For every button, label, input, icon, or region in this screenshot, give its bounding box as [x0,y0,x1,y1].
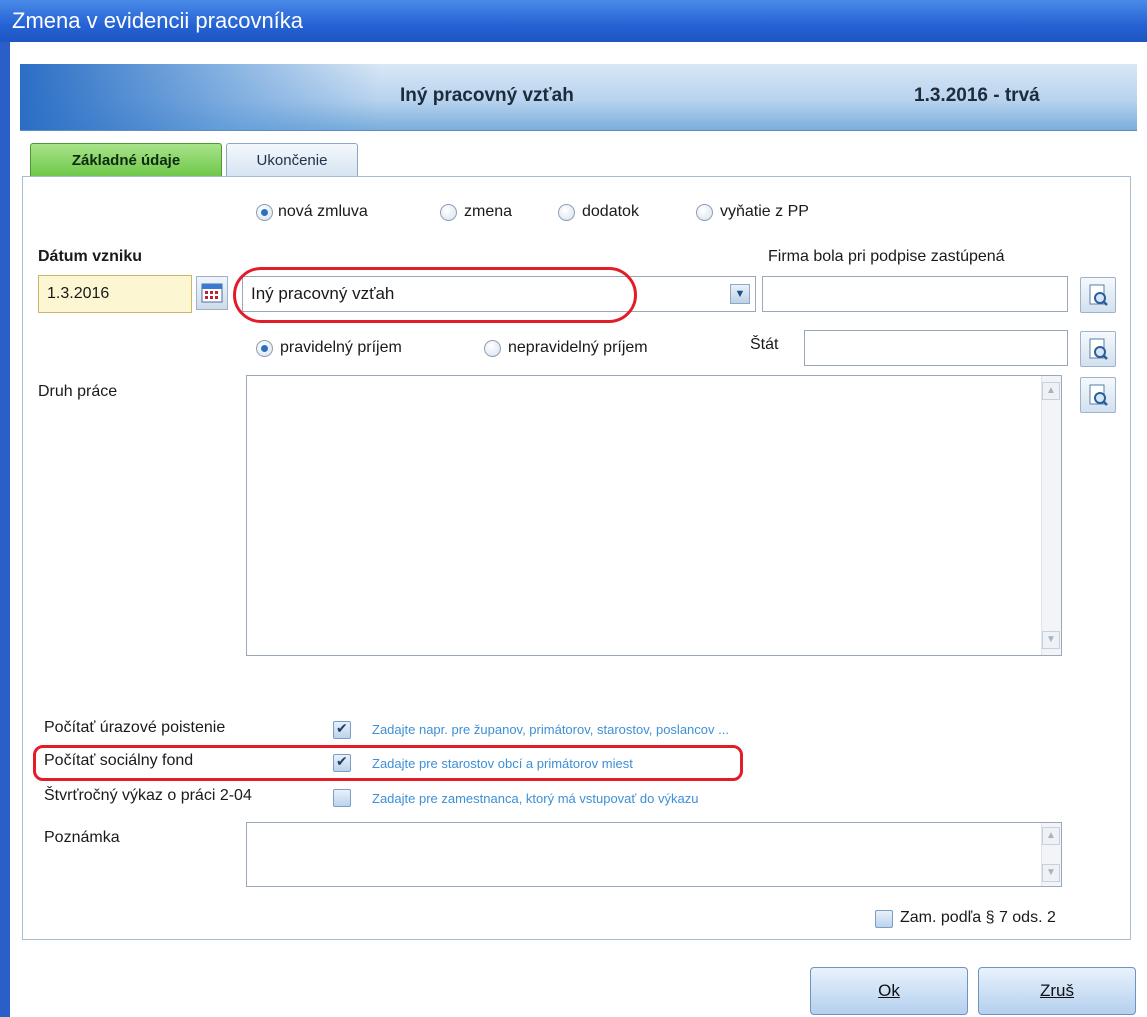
datum-vzniku-label: Dátum vzniku [38,248,143,265]
poznamka-scrollbar[interactable]: ▲ ▼ [1041,823,1061,886]
option-stvrtrocny-vykaz-label: Štvrťročný výkaz o práci 2-04 [44,787,252,804]
radio-nepravidelny-prijem-label: nepravidelný príjem [508,339,648,356]
ok-button[interactable]: Ok [810,967,968,1015]
radio-pravidelny-prijem[interactable] [256,340,273,357]
datum-vzniku-input[interactable]: 1.3.2016 [38,275,192,313]
search-list-icon [1089,384,1108,406]
druh-prace-lookup-button[interactable] [1080,377,1116,413]
firma-input[interactable] [762,276,1068,312]
stat-label: Štát [750,336,779,353]
firma-lookup-button[interactable] [1080,277,1116,313]
tab-ukoncenie[interactable]: Ukončenie [226,143,358,176]
cancel-button[interactable]: Zruš [978,967,1136,1015]
radio-pravidelny-prijem-label: pravidelný príjem [280,339,402,356]
radio-nepravidelny-prijem[interactable] [484,340,501,357]
poznamka-textarea[interactable]: ▲ ▼ [246,822,1062,887]
firma-label: Firma bola pri podpise zastúpená [768,248,1005,265]
ok-button-label: Ok [878,981,900,1000]
radio-nova-zmluva[interactable] [256,204,273,221]
highlight-box-socialny-fond [33,745,743,781]
radio-nova-zmluva-label: nová zmluva [278,203,368,220]
druh-prace-label: Druh práce [38,383,118,400]
scroll-up-icon[interactable]: ▲ [1042,827,1060,845]
urazove-poistenie-hint: Zadajte napr. pre županov, primátorov, s… [372,722,729,737]
stat-lookup-button[interactable] [1080,331,1116,367]
zam-7-ods-2-label: Zam. podľa § 7 ods. 2 [900,909,1056,926]
radio-dodatok[interactable] [558,204,575,221]
stvrtrocny-vykaz-checkbox[interactable] [333,789,351,807]
radio-dodatok-label: dodatok [582,203,639,220]
radio-vynatie-z-pp[interactable] [696,204,713,221]
scroll-up-icon[interactable]: ▲ [1042,382,1060,400]
window-title: Zmena v evidencii pracovníka [12,8,304,33]
stvrtrocny-vykaz-hint: Zadajte pre zamestnanca, ktorý má vstupo… [372,791,699,806]
zam-7-ods-2-checkbox[interactable] [875,910,893,928]
radio-vynatie-z-pp-label: vyňatie z PP [720,203,809,220]
tab-zakladne-udaje[interactable]: Základné údaje [30,143,222,176]
urazove-poistenie-checkbox[interactable] [333,720,351,739]
calendar-icon [201,283,223,303]
option-urazove-poistenie-label: Počítať úrazové poistenie [44,719,226,736]
radio-zmena-label: zmena [464,203,513,220]
scroll-down-icon[interactable]: ▼ [1042,864,1060,882]
scroll-down-icon[interactable]: ▼ [1042,631,1060,649]
druh-prace-textarea[interactable]: ▲ ▼ [246,375,1062,656]
highlight-ellipse-relation [233,267,637,323]
druh-prace-scrollbar[interactable]: ▲ ▼ [1041,376,1061,655]
chevron-down-icon[interactable]: ▼ [730,284,750,304]
header-title: Iný pracovný vzťah [400,85,574,106]
calendar-button[interactable] [196,276,228,310]
title-bar[interactable]: Zmena v evidencii pracovníka [0,0,1147,42]
poznamka-label: Poznámka [44,829,120,846]
radio-zmena[interactable] [440,204,457,221]
search-list-icon [1089,338,1108,360]
search-list-icon [1089,284,1108,306]
cancel-button-label: Zruš [1040,981,1074,1000]
header-period: 1.3.2016 - trvá [914,85,1040,106]
stat-input[interactable] [804,330,1068,366]
